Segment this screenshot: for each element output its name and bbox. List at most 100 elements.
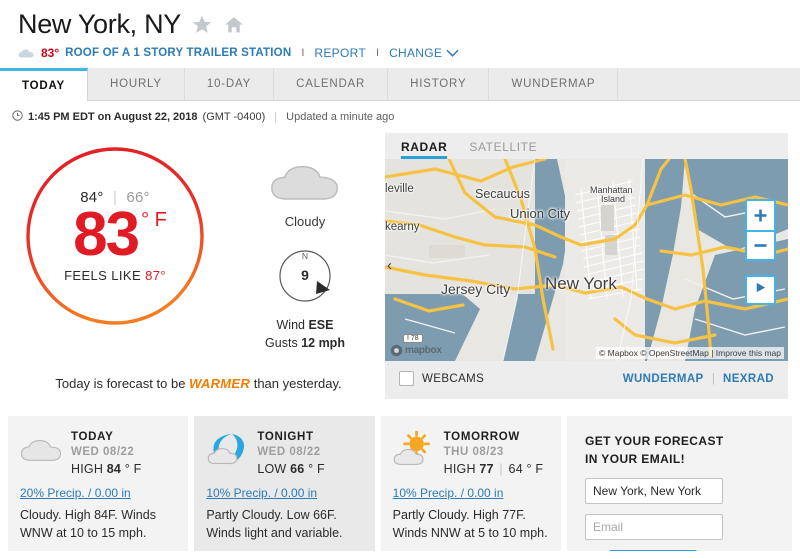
gusts-label: Gusts (265, 336, 298, 350)
map-play-button[interactable] (745, 275, 776, 305)
cloud-icon (269, 159, 341, 208)
temp-circle-column: 84° | 66° 83 ° F FEELS LIKE 87° (0, 145, 230, 327)
header-divider-1: I (301, 47, 305, 59)
page-header: New York, NY 83° ROOF OF A 1 STORY TRAIL… (0, 0, 800, 68)
forecast-card-tomorrow[interactable]: TOMORROW THU 08/23 HIGH 77 | 64 ° F 10% … (380, 416, 561, 559)
card-day: TONIGHT (257, 431, 314, 443)
card-titles: TODAY WED 08/22 HIGH 84 ° F (71, 430, 141, 476)
zoom-out-button[interactable] (747, 230, 774, 259)
station-temp: 83° (41, 46, 60, 60)
forecast-emphasis: WARMER (189, 376, 251, 391)
tab-hourly[interactable]: HOURLY (88, 68, 185, 100)
webcams-label: WEBCAMS (422, 372, 485, 385)
sun-cloud-icon (393, 430, 435, 468)
cloud-icon-small (18, 48, 35, 59)
main-tabs: TODAY HOURLY 10-DAY CALENDAR HISTORY WUN… (0, 68, 800, 101)
tab-wundermap[interactable]: WUNDERMAP (489, 68, 619, 100)
change-label: CHANGE (389, 46, 443, 60)
card-temp: HIGH 84 ° F (71, 462, 141, 476)
card-description: Partly Cloudy. High 77F. Winds NNW at 5 … (392, 508, 548, 541)
card-date: WED 08/22 (71, 446, 135, 458)
wind-speed-value: 9 (301, 267, 309, 283)
gusts-value: 12 mph (301, 336, 345, 350)
wind-compass: N 9 (274, 245, 336, 307)
condition-label: Cloudy (284, 214, 326, 229)
card-day: TOMORROW (443, 431, 520, 443)
zoom-in-button[interactable] (747, 201, 774, 230)
location-field[interactable] (584, 478, 723, 504)
mapbox-mark-icon (390, 344, 403, 357)
map-tiles (385, 159, 788, 361)
card-description: Cloudy. High 84F. Winds WNW at 10 to 15 … (20, 508, 156, 541)
map-label: leville (385, 183, 414, 195)
map-tabs: RADAR SATELLITE (385, 133, 788, 159)
card-header: TODAY WED 08/22 HIGH 84 ° F (20, 430, 176, 476)
tab-today[interactable]: TODAY (0, 68, 88, 101)
card-titles: TOMORROW THU 08/23 HIGH 77 | 64 ° F (444, 430, 544, 476)
star-icon[interactable] (191, 14, 213, 35)
timestamp-divider: | (274, 111, 278, 123)
report-link[interactable]: REPORT (314, 46, 366, 60)
card-date: THU 08/23 (443, 446, 504, 458)
forecast-prefix: Today is forecast to be (55, 376, 186, 391)
card-precip-link[interactable]: 10% Precip. / 0.00 in (206, 486, 362, 500)
card-day: TODAY (71, 431, 114, 443)
tab-satellite[interactable]: SATELLITE (469, 140, 537, 159)
card-temp-secondary: 64 (508, 462, 523, 476)
change-link[interactable]: CHANGE (389, 46, 459, 60)
gusts-row: Gusts 12 mph (265, 336, 345, 350)
map-canvas[interactable]: leville Secaucus Union City Manhattan Is… (385, 159, 788, 361)
map-pane: RADAR SATELLITE leville Secaucus Union C… (385, 133, 800, 408)
card-precip-link[interactable]: 20% Precip. / 0.00 in (20, 486, 176, 500)
page-bottom-strip (0, 551, 800, 559)
feels-like-label: FEELS LIKE (64, 268, 142, 284)
card-description: Partly Cloudy. Low 66F. Winds light and … (206, 508, 343, 541)
forecast-cards: TODAY WED 08/22 HIGH 84 ° F 20% Precip. … (0, 416, 800, 559)
station-name: ROOF OF A 1 STORY TRAILER STATION (65, 47, 292, 59)
mapbox-logo[interactable]: mapbox (390, 344, 442, 357)
wundermap-link[interactable]: WUNDERMAP (623, 373, 704, 385)
header-divider-2: I (376, 47, 380, 59)
road-shield-label: I 78 (403, 334, 423, 343)
email-signup-panel: GET YOUR FORECAST IN YOUR EMAIL! Subscri… (566, 416, 792, 559)
map-label: Secaucus (475, 187, 530, 201)
map-link-separator: | (711, 372, 715, 385)
current-temp-row: 83 ° F (73, 203, 167, 265)
feels-like-value: 87° (145, 268, 166, 284)
cloud-icon (20, 430, 62, 468)
home-icon[interactable] (223, 14, 245, 35)
city-row: New York, NY (18, 8, 800, 40)
tab-history[interactable]: HISTORY (388, 68, 490, 100)
current-conditions: 84° | 66° 83 ° F FEELS LIKE 87° Cloudy N… (0, 133, 385, 350)
map-attribution[interactable]: © Mapbox © OpenStreetMap | Improve this … (596, 347, 784, 359)
map-footer: WEBCAMS WUNDERMAP | NEXRAD (385, 361, 788, 396)
forecast-card-today[interactable]: TODAY WED 08/22 HIGH 84 ° F 20% Precip. … (8, 416, 189, 559)
map-prev-chevron-icon[interactable]: ‹ (387, 257, 392, 274)
radar-map-panel: RADAR SATELLITE leville Secaucus Union C… (385, 133, 788, 399)
map-label: Island (601, 194, 626, 204)
card-temp-unit: ° F (526, 462, 544, 476)
moon-cloud-icon (206, 430, 248, 468)
card-precip-link[interactable]: 10% Precip. / 0.00 in (393, 486, 549, 500)
temperature-unit: ° F (141, 208, 167, 231)
observation-time: 1:45 PM EDT on August 22, 2018 (28, 111, 198, 123)
card-titles: TONIGHT WED 08/22 LOW 66 ° F (257, 430, 324, 476)
forecast-summary: Today is forecast to be WARMER than yest… (0, 376, 385, 391)
map-label: Jersey City (441, 281, 511, 297)
temperature-dial-content: 84° | 66° 83 ° F FEELS LIKE 87° (24, 145, 206, 327)
map-footer-links: WUNDERMAP | NEXRAD (623, 373, 774, 385)
observation-gmt: (GMT -0400) (202, 111, 266, 123)
tab-radar[interactable]: RADAR (401, 140, 448, 159)
tab-calendar[interactable]: CALENDAR (274, 68, 389, 100)
weather-page: New York, NY 83° ROOF OF A 1 STORY TRAIL… (0, 0, 800, 559)
mapbox-logo-label: mapbox (405, 345, 442, 356)
email-title-line1: GET YOUR FORECAST (584, 434, 724, 448)
email-field[interactable] (584, 514, 723, 540)
card-temp-value: 77 (479, 462, 494, 476)
nexrad-link[interactable]: NEXRAD (723, 373, 774, 385)
play-icon (754, 281, 767, 299)
tab-10-day[interactable]: 10-DAY (184, 68, 275, 100)
webcams-checkbox[interactable] (399, 371, 414, 386)
webcams-toggle[interactable]: WEBCAMS (399, 371, 484, 386)
forecast-card-tonight[interactable]: TONIGHT WED 08/22 LOW 66 ° F 10% Precip.… (194, 416, 375, 559)
